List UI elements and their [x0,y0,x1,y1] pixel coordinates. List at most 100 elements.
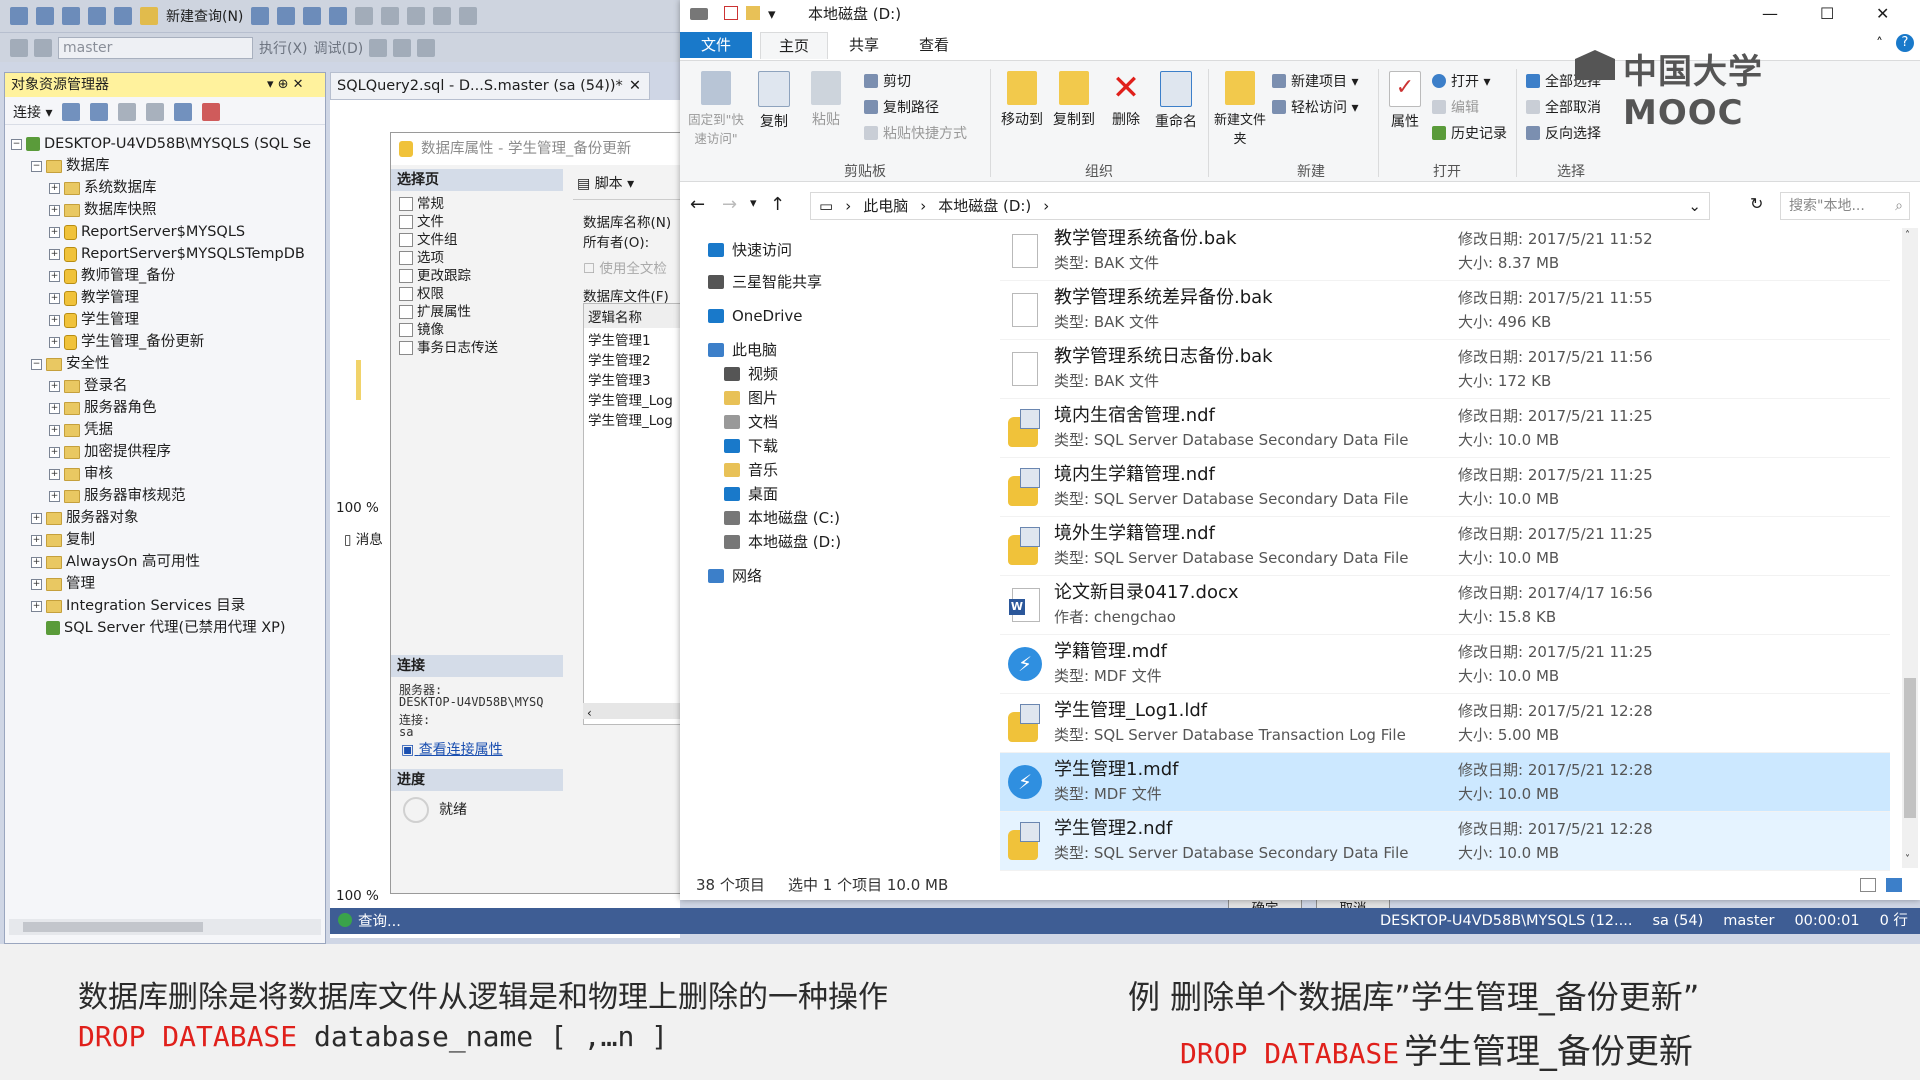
collapse-icon[interactable]: − [11,138,22,150]
expand-icon[interactable]: + [49,446,60,458]
add-item-icon[interactable] [36,7,54,25]
address-history-dropdown-icon[interactable]: ⌄ [1688,193,1701,219]
paste-shortcut-button[interactable]: 粘贴快捷方式 [864,123,967,143]
cancel-query-icon[interactable] [369,38,388,57]
dmx-query-icon[interactable] [329,7,348,25]
chevron-right-icon[interactable]: › [845,193,851,219]
scroll-thumb[interactable] [1904,678,1916,818]
collapse-icon[interactable]: − [31,160,42,172]
database-file-row[interactable]: 学生管理_Log [584,408,692,428]
tab-file[interactable]: 文件 [680,32,752,58]
tree-node[interactable]: + 加密提供程序 [49,441,171,463]
disconnect-icon[interactable] [90,102,109,121]
debug-button[interactable]: 调试(D) [314,38,364,58]
available-databases-select[interactable]: master [58,36,253,59]
file-item[interactable]: W 论文新目录0417.docx 作者: chengchao 修改日期: 2017/4… [1000,576,1890,635]
file-item[interactable]: ⚡ 学籍管理.mdf 类型: MDF 文件 修改日期: 2017/5/21 11:25… [1000,635,1890,694]
history-button[interactable]: 历史记录 [1432,123,1507,143]
file-item[interactable]: 学生管理_Log1.ldf 类型: SQL Server Database Tra… [1000,694,1890,753]
copy-to-button[interactable]: 复制到 [1048,71,1100,129]
file-item[interactable]: 教学管理系统备份.bak 类型: BAK 文件 修改日期: 2017/5/21 11… [1000,222,1890,281]
panel-window-controls[interactable]: ▾ ⊕ ✕ [267,73,304,97]
tab-share[interactable]: 共享 [832,32,896,58]
close-tab-icon[interactable]: ✕ [629,73,641,99]
tab-home[interactable]: 主页 [760,32,828,59]
tree-node[interactable]: + 教学管理 [49,287,139,309]
tree-node[interactable]: + AlwaysOn 高可用性 [31,551,200,573]
paste-icon[interactable] [407,7,426,25]
nav-item[interactable]: 网络 [708,562,762,590]
results-to-icon[interactable] [417,38,436,57]
page-item[interactable]: 镜像 [399,321,444,339]
database-file-row[interactable]: 学生管理2 [584,348,692,368]
cut-icon[interactable] [355,7,374,25]
file-item[interactable]: 学生管理2.ndf 类型: SQL Server Database Seconda… [1000,812,1890,871]
activity-monitor-icon[interactable] [202,102,221,121]
database-files-grid[interactable]: 逻辑名称 学生管理1 学生管理2 学生管理3 学生管理_Log 学生管理_Log [583,303,693,725]
file-item[interactable]: 教学管理系统差异备份.bak 类型: BAK 文件 修改日期: 2017/5/21 … [1000,281,1890,340]
tree-node[interactable]: + 登录名 [49,375,128,397]
scroll-up-icon[interactable]: ˄ [1905,230,1910,241]
connect-icon[interactable] [10,38,28,57]
page-item[interactable]: 文件 [399,213,444,231]
expand-icon[interactable]: + [49,336,60,348]
use-fulltext-checkbox[interactable]: ☐ 使用全文检 [583,257,667,277]
file-item[interactable]: 境内生宿舍管理.ndf 类型: SQL Server Database Secon… [1000,399,1890,458]
expand-icon[interactable]: + [49,270,60,282]
expand-icon[interactable]: + [49,248,60,260]
tree-node[interactable]: − 数据库 [31,155,110,177]
paste-button[interactable]: 粘贴 [802,71,850,129]
new-folder-button[interactable]: 新建文件夹 [1212,71,1268,147]
page-item[interactable]: 常规 [399,195,444,213]
page-item[interactable]: 更改跟踪 [399,267,471,285]
tree-node[interactable]: + 管理 [31,573,95,595]
file-item[interactable]: 境内生学籍管理.ndf 类型: SQL Server Database Secon… [1000,458,1890,517]
tree-node[interactable]: + 教师管理_备份 [49,265,175,287]
properties-quick-icon[interactable] [724,6,738,20]
tree-node[interactable]: + 系统数据库 [49,177,157,199]
invert-selection-button[interactable]: 反向选择 [1526,123,1601,143]
chevron-right-icon[interactable]: › [920,193,926,219]
scroll-thumb[interactable] [23,922,203,932]
chevron-right-icon[interactable]: › [1043,193,1049,219]
execute-button[interactable]: 执行(X) [259,38,308,58]
rename-button[interactable]: 重命名 [1150,71,1202,131]
open-button[interactable]: 打开 ▾ [1432,71,1490,91]
expand-icon[interactable]: + [49,424,60,436]
tree-node[interactable]: + 学生管理 [49,309,139,331]
undo-icon[interactable] [433,7,452,25]
tree-server-node[interactable]: − DESKTOP-U4VD58B\MYSQLS (SQL Se [11,133,311,155]
copy-icon[interactable] [381,7,400,25]
redo-icon[interactable] [459,7,478,25]
refresh-icon[interactable] [174,102,193,121]
cut-button[interactable]: 剪切 [864,71,911,91]
script-button[interactable]: ▤ 脚本 ▾ [577,173,634,193]
collapse-icon[interactable]: − [31,358,42,370]
recent-locations-icon[interactable]: ▾ [750,196,757,211]
new-folder-quick-icon[interactable] [746,6,760,20]
object-explorer-horizontal-scrollbar[interactable] [9,919,321,935]
properties-button[interactable]: ✓ 属性 [1382,71,1428,131]
file-item[interactable]: ⚡ 学生管理1.mdf 类型: MDF 文件 修改日期: 2017/5/21 12:2… [1000,753,1890,812]
copy-path-button[interactable]: 复制路径 [864,97,939,117]
new-item-button[interactable]: 新建项目 ▾ [1272,71,1358,91]
nav-item[interactable]: 本地磁盘 (D:) [680,528,976,556]
db-engine-query-icon[interactable] [251,7,270,25]
tiles-view-icon[interactable] [1886,878,1902,892]
save-icon[interactable] [88,7,106,25]
easy-access-button[interactable]: 轻松访问 ▾ [1272,97,1358,117]
expand-icon[interactable]: + [49,402,60,414]
edit-button[interactable]: 编辑 [1432,97,1479,117]
maximize-icon[interactable]: ☐ [1820,0,1834,28]
expand-icon[interactable]: + [31,556,42,568]
nav-item[interactable]: OneDrive [708,302,803,330]
copy-button[interactable]: 复制 [750,71,798,131]
tree-node[interactable]: − 安全性 [31,353,110,375]
database-file-row[interactable]: 学生管理3 [584,368,692,388]
pin-to-quick-access-button[interactable]: 固定到"快速访问" [686,71,746,147]
expand-icon[interactable]: + [31,534,42,546]
refresh-icon[interactable]: ↻ [1750,194,1763,213]
expand-icon[interactable]: + [31,578,42,590]
messages-tab[interactable]: ▯ 消息 [344,528,383,548]
page-item[interactable]: 选项 [399,249,444,267]
